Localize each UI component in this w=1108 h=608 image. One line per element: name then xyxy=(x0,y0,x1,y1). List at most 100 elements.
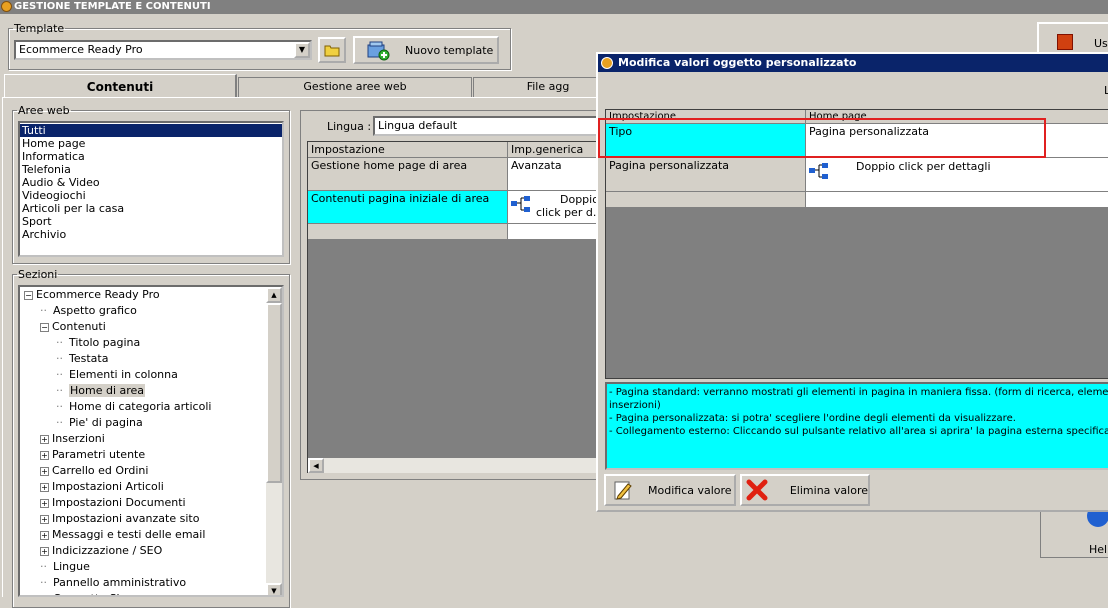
list-item[interactable]: Archivio xyxy=(20,228,282,241)
tree-item[interactable]: ·· Home di area xyxy=(56,383,146,399)
tree-item-label: Impostazioni Documenti xyxy=(52,496,186,509)
dialog-description: - Pagina standard: verranno mostrati gli… xyxy=(605,382,1108,470)
tree-item-label: Messaggi e testi delle email xyxy=(52,528,206,541)
tree-item[interactable]: + Messaggi e testi delle email xyxy=(40,527,205,543)
tab-gestione-aree-web[interactable]: Gestione aree web xyxy=(238,77,472,97)
help-button[interactable]: Help xyxy=(1040,505,1108,558)
expand-icon[interactable]: + xyxy=(40,546,49,556)
dialog-title-bar[interactable]: Modifica valori oggetto personalizzato xyxy=(598,54,1108,72)
folder-icon xyxy=(324,45,340,57)
grid-cell-value-tree[interactable]: Doppio click per d... xyxy=(508,191,601,224)
tree-item[interactable]: ·· Titolo pagina xyxy=(56,335,140,351)
lingua-label: Lingua : xyxy=(327,120,372,133)
template-select[interactable]: Ecommerce Ready Pro ▼ xyxy=(14,40,312,60)
tree-item[interactable]: + Impostazioni avanzate sito xyxy=(40,511,199,527)
tree-item[interactable]: − Ecommerce Ready Pro xyxy=(24,287,160,303)
tab-gestione-aree-web-label: Gestione aree web xyxy=(303,80,407,93)
tree-item[interactable]: + Carrello ed Ordini xyxy=(40,463,148,479)
lingua-select[interactable]: Lingua default xyxy=(373,116,603,136)
dialog-cell-pagina[interactable]: Pagina personalizzata xyxy=(606,158,806,192)
tree-item-label: Pie' di pagina xyxy=(69,416,143,429)
tree-item-label: Ecommerce Ready Pro xyxy=(36,288,160,301)
dialog-empty-key xyxy=(606,192,806,208)
tree-item-label: Cruscotto Shop xyxy=(53,592,137,595)
tree-item[interactable]: + Impostazioni Documenti xyxy=(40,495,186,511)
list-item[interactable]: Videogiochi xyxy=(20,189,282,202)
modifica-valore-button[interactable]: Modifica valore xyxy=(604,474,736,506)
new-template-icon xyxy=(367,41,390,61)
tree-structure-icon xyxy=(511,196,530,212)
description-line: inserzioni) xyxy=(609,400,661,411)
new-template-button[interactable]: Nuovo template xyxy=(353,36,499,64)
dialog-title: Modifica valori oggetto personalizzato xyxy=(618,56,857,69)
description-line: - Pagina standard: verranno mostrati gli… xyxy=(609,387,1108,398)
list-item[interactable]: Informatica xyxy=(20,150,282,163)
chevron-down-icon[interactable]: ▼ xyxy=(294,42,310,58)
grid-header-imp-generica[interactable]: Imp.generica xyxy=(508,142,601,158)
list-item[interactable]: Tutti xyxy=(20,124,282,137)
app-title-bar: GESTIONE TEMPLATE E CONTENUTI xyxy=(0,0,1108,14)
scroll-left-icon[interactable]: ◀ xyxy=(308,458,324,473)
grid-hscrollbar[interactable]: ◀ xyxy=(308,458,601,473)
tree-item[interactable]: + Parametri utente xyxy=(40,447,145,463)
grid-cell-key-selected[interactable]: Contenuti pagina iniziale di area xyxy=(308,191,508,224)
list-item[interactable]: Telefonia xyxy=(20,163,282,176)
list-item[interactable]: Articoli per la casa xyxy=(20,202,282,215)
tree-item[interactable]: + Impostazioni Articoli xyxy=(40,479,164,495)
tree-item[interactable]: ·· Elementi in colonna xyxy=(56,367,178,383)
tree-item[interactable]: − Contenuti xyxy=(40,319,106,335)
expand-icon[interactable]: + xyxy=(40,434,49,444)
expand-icon[interactable]: + xyxy=(40,466,49,476)
tree-connector: ·· xyxy=(40,576,47,589)
edit-icon xyxy=(614,481,632,500)
new-template-label: Nuovo template xyxy=(405,43,494,57)
tree-item[interactable]: ·· Testata xyxy=(56,351,108,367)
tree-connector: ·· xyxy=(56,336,63,349)
tree-scrollbar[interactable]: ▲ ▼ xyxy=(266,287,282,595)
expand-icon[interactable]: + xyxy=(40,530,49,540)
grid-value-line1: Doppio xyxy=(560,193,599,206)
scroll-up-icon[interactable]: ▲ xyxy=(266,287,282,303)
tree-structure-icon xyxy=(809,163,828,179)
tree-item[interactable]: ·· Home di categoria articoli xyxy=(56,399,211,415)
user-button-label: Us xyxy=(1094,37,1108,50)
description-line: - Collegamento esterno: Cliccando sul pu… xyxy=(609,426,1108,437)
collapse-icon[interactable]: − xyxy=(40,322,49,332)
tree-connector: ·· xyxy=(56,384,63,397)
grid-header-impostazione[interactable]: Impostazione xyxy=(308,142,508,158)
tree-item[interactable]: ·· Lingue xyxy=(40,559,90,575)
tree-item[interactable]: + Indicizzazione / SEO xyxy=(40,543,162,559)
sezioni-label: Sezioni xyxy=(18,268,58,281)
aree-web-label: Aree web xyxy=(18,104,70,117)
grid-cell-value[interactable]: Avanzata xyxy=(508,158,601,191)
tab-contenuti[interactable]: Contenuti xyxy=(4,74,237,98)
dialog-corner-label: L xyxy=(1104,84,1108,97)
sezioni-tree[interactable]: − Ecommerce Ready Pro ·· Aspetto grafico − Co… xyxy=(18,285,284,597)
tree-item-label: Home di area xyxy=(69,384,146,397)
list-item[interactable]: Audio & Video xyxy=(20,176,282,189)
expand-icon[interactable]: + xyxy=(40,450,49,460)
expand-icon[interactable]: + xyxy=(40,498,49,508)
open-template-button[interactable] xyxy=(318,37,346,63)
tree-item-label: Parametri utente xyxy=(52,448,146,461)
collapse-icon[interactable]: − xyxy=(24,290,33,300)
tree-item[interactable]: ·· Pannello amministrativo xyxy=(40,575,186,591)
grid-cell-key[interactable]: Gestione home page di area xyxy=(308,158,508,191)
scroll-thumb[interactable] xyxy=(266,303,282,483)
tree-item[interactable]: + Inserzioni xyxy=(40,431,105,447)
expand-icon[interactable]: + xyxy=(40,482,49,492)
tree-item-label: Pannello amministrativo xyxy=(53,576,187,589)
tree-item[interactable]: ··Cruscotto Shop xyxy=(40,591,137,595)
list-item[interactable]: Home page xyxy=(20,137,282,150)
expand-icon[interactable]: + xyxy=(40,514,49,524)
modifica-valore-label: Modifica valore xyxy=(648,483,732,497)
tree-item[interactable]: ·· Aspetto grafico xyxy=(40,303,137,319)
grid-value-line2: click per d... xyxy=(536,206,601,219)
aree-web-list[interactable]: Tutti Home page Informatica Telefonia Au… xyxy=(18,121,284,257)
template-select-value: Ecommerce Ready Pro xyxy=(19,43,143,56)
dialog-cell-pagina-value[interactable]: Doppio click per dettagli xyxy=(806,158,1108,192)
list-item[interactable]: Sport xyxy=(20,215,282,228)
elimina-valore-button[interactable]: Elimina valore xyxy=(740,474,870,506)
scroll-down-icon[interactable]: ▼ xyxy=(266,583,282,595)
tree-item[interactable]: ·· Pie' di pagina xyxy=(56,415,143,431)
